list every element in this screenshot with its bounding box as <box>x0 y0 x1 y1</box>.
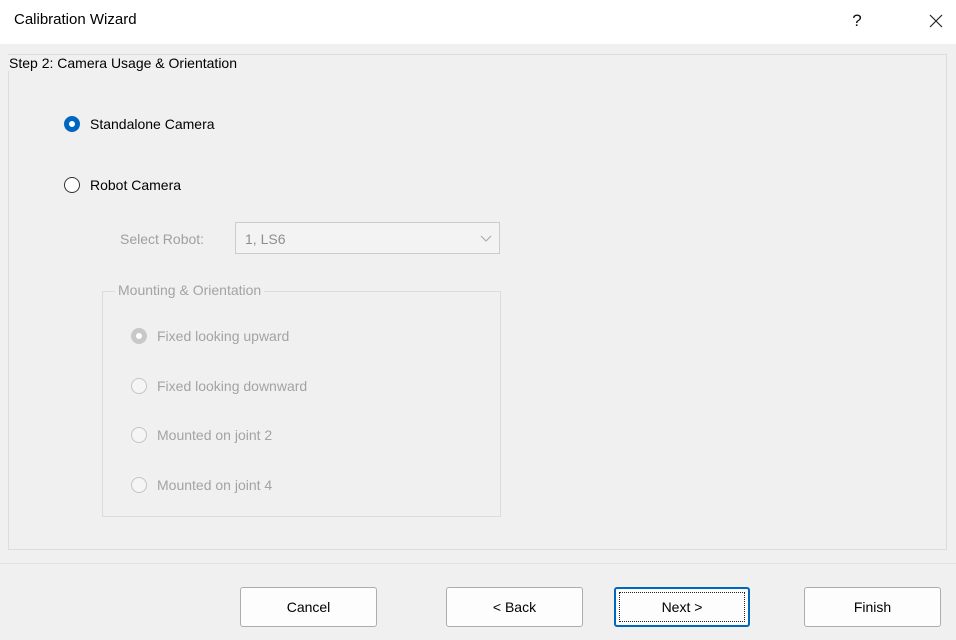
fixed-downward-radio[interactable] <box>131 378 147 394</box>
finish-button[interactable]: Finish <box>804 587 941 627</box>
fixed-downward-label: Fixed looking downward <box>157 378 308 394</box>
window-title: Calibration Wizard <box>14 11 137 28</box>
cancel-button[interactable]: Cancel <box>240 587 377 627</box>
joint-2-label: Mounted on joint 2 <box>157 427 273 443</box>
fixed-upward-radio[interactable] <box>131 328 147 344</box>
chevron-down-icon <box>480 235 492 242</box>
joint-4-radio[interactable] <box>131 477 147 493</box>
robot-camera-option[interactable]: Robot Camera <box>64 177 181 193</box>
next-button[interactable]: Next > <box>614 587 750 627</box>
fixed-downward-option[interactable]: Fixed looking downward <box>131 378 307 394</box>
focus-ring <box>619 592 745 622</box>
step-legend: Step 2: Camera Usage & Orientation <box>6 55 241 71</box>
mounting-legend: Mounting & Orientation <box>115 282 265 298</box>
robot-camera-label: Robot Camera <box>90 177 182 193</box>
footer-divider <box>0 563 956 564</box>
close-icon <box>929 14 943 28</box>
back-button[interactable]: < Back <box>446 587 583 627</box>
joint-2-option[interactable]: Mounted on joint 2 <box>131 427 272 443</box>
help-button[interactable]: ? <box>840 4 874 38</box>
robot-select-value: 1, LS6 <box>245 231 286 247</box>
fixed-upward-label: Fixed looking upward <box>157 328 290 344</box>
standalone-camera-label: Standalone Camera <box>90 116 215 132</box>
close-button[interactable] <box>918 4 954 38</box>
standalone-camera-radio[interactable] <box>64 116 80 132</box>
standalone-camera-option[interactable]: Standalone Camera <box>64 116 215 132</box>
joint-2-radio[interactable] <box>131 427 147 443</box>
robot-select[interactable]: 1, LS6 <box>235 222 500 254</box>
joint-4-label: Mounted on joint 4 <box>157 477 273 493</box>
select-robot-label: Select Robot: <box>120 231 205 247</box>
joint-4-option[interactable]: Mounted on joint 4 <box>131 477 272 493</box>
title-bar: Calibration Wizard ? <box>0 0 956 44</box>
fixed-upward-option[interactable]: Fixed looking upward <box>131 328 289 344</box>
robot-camera-radio[interactable] <box>64 177 80 193</box>
